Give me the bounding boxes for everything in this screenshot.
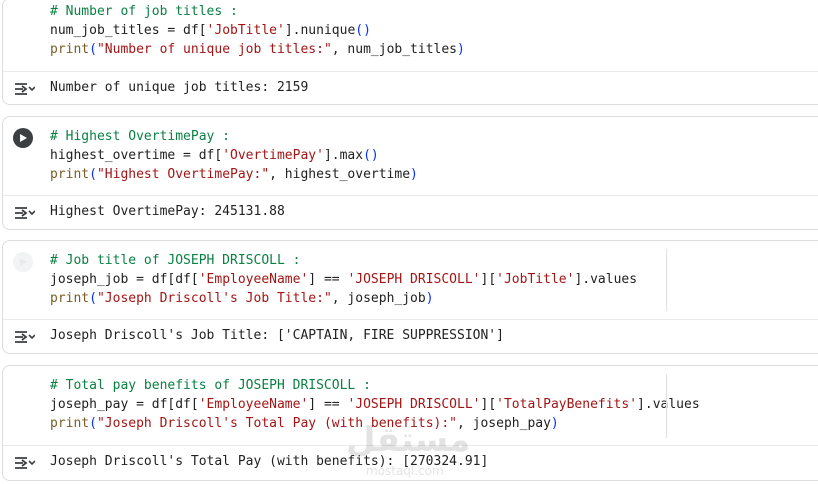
code-line: # Total pay benefits of JOSEPH DRISCOLL …	[50, 376, 371, 395]
output-area: Joseph Driscoll's Total Pay (with benefi…	[3, 446, 818, 481]
code-token: 'JOSEPH DRISCOLL'	[347, 397, 481, 412]
code-token: joseph_pay = df[df[	[50, 397, 199, 412]
code-line: # Highest OvertimePay :	[50, 127, 230, 146]
code-cell-highest-overtime: # Highest OvertimePay : highest_overtime…	[2, 116, 818, 230]
code-line: # Job title of JOSEPH DRISCOLL :	[50, 251, 300, 270]
code-line: joseph_job = df[df['EmployeeName'] == 'J…	[50, 270, 637, 289]
code-token: # Job title of JOSEPH DRISCOLL :	[50, 253, 301, 268]
output-text: Highest OvertimePay: 245131.88	[50, 204, 285, 219]
code-token: print	[50, 291, 90, 306]
code-token: "Number of unique job titles:"	[96, 42, 332, 57]
code-token: print	[50, 42, 90, 57]
code-token: (	[89, 416, 97, 431]
code-token: ][	[480, 272, 497, 287]
code-token: )	[425, 291, 434, 306]
code-token: )	[550, 416, 559, 431]
code-token: ] ==	[308, 397, 348, 412]
code-token: ].values	[637, 397, 700, 412]
code-token: ()	[363, 148, 379, 163]
code-cell-joseph-pay: # Total pay benefits of JOSEPH DRISCOLL …	[2, 365, 818, 481]
output-area: Joseph Driscoll's Job Title: ['CAPTAIN, …	[3, 320, 818, 354]
code-token: 'EmployeeName'	[198, 272, 309, 287]
play-icon	[20, 258, 27, 266]
code-token: "Joseph Driscoll's Total Pay (with benef…	[96, 416, 457, 431]
code-token: )	[457, 42, 465, 57]
run-cell-button[interactable]	[13, 128, 33, 148]
code-editor[interactable]: # Job title of JOSEPH DRISCOLL : joseph_…	[3, 241, 818, 320]
code-token: 'EmployeeName'	[198, 397, 309, 412]
code-editor[interactable]: # Highest OvertimePay : highest_overtime…	[3, 117, 818, 196]
code-editor[interactable]: # Total pay benefits of JOSEPH DRISCOLL …	[3, 366, 818, 446]
code-token: ()	[355, 23, 371, 38]
code-token: print	[50, 167, 90, 182]
output-toggle-icon[interactable]	[13, 80, 35, 98]
code-token: )	[410, 167, 418, 182]
code-token: 'OvertimePay'	[222, 148, 324, 163]
code-token: # Total pay benefits of JOSEPH DRISCOLL …	[50, 378, 371, 393]
code-token: ] ==	[308, 272, 348, 287]
code-line: joseph_pay = df[df['EmployeeName'] == 'J…	[50, 395, 700, 414]
output-area: Highest OvertimePay: 245131.88	[3, 196, 818, 230]
code-token: , num_job_titles	[331, 42, 458, 57]
code-token: ].max	[323, 148, 364, 163]
output-toggle-icon[interactable]	[13, 204, 35, 222]
code-token: 'JOSEPH DRISCOLL'	[347, 272, 481, 287]
code-token: ][	[480, 397, 497, 412]
code-token: (	[89, 167, 97, 182]
code-editor[interactable]: # Number of job titles : num_job_titles …	[3, 0, 818, 72]
code-line: num_job_titles = df['JobTitle'].nunique(…	[50, 21, 371, 40]
code-token: num_job_titles = df[	[50, 23, 207, 38]
line-length-ruler	[666, 374, 667, 438]
code-token: highest_overtime = df[	[50, 148, 223, 163]
code-token: ].nunique	[284, 23, 356, 38]
code-line: # Number of job titles :	[50, 2, 238, 21]
code-token: print	[50, 416, 90, 431]
output-text: Joseph Driscoll's Total Pay (with benefi…	[50, 454, 489, 469]
code-token: joseph_job = df[df[	[50, 272, 199, 287]
code-cell-joseph-job: # Job title of JOSEPH DRISCOLL : joseph_…	[2, 240, 818, 354]
play-icon	[20, 134, 27, 142]
code-token: # Highest OvertimePay :	[50, 129, 231, 144]
output-toggle-icon[interactable]	[13, 454, 35, 472]
code-token: , joseph_pay	[457, 416, 551, 431]
code-token: 'TotalPayBenefits'	[496, 397, 638, 412]
code-line: print("Highest OvertimePay:", highest_ov…	[50, 165, 418, 184]
code-line: print("Number of unique job titles:", nu…	[50, 40, 465, 59]
output-area: Number of unique job titles: 2159	[3, 72, 818, 106]
run-cell-button[interactable]	[13, 252, 33, 272]
code-token: , highest_overtime	[269, 167, 411, 182]
output-toggle-icon[interactable]	[13, 328, 35, 346]
code-token: (	[89, 291, 97, 306]
code-token: "Highest OvertimePay:"	[96, 167, 270, 182]
line-length-ruler	[666, 249, 667, 311]
code-token: 'JobTitle'	[206, 23, 285, 38]
code-line: highest_overtime = df['OvertimePay'].max…	[50, 146, 379, 165]
code-line: print("Joseph Driscoll's Job Title:", jo…	[50, 289, 434, 308]
output-text: Joseph Driscoll's Job Title: ['CAPTAIN, …	[50, 328, 504, 343]
code-line: print("Joseph Driscoll's Total Pay (with…	[50, 414, 559, 433]
code-cell-job-titles: # Number of job titles : num_job_titles …	[2, 0, 818, 105]
code-token: 'JobTitle'	[496, 272, 575, 287]
code-token: (	[89, 42, 97, 57]
output-text: Number of unique job titles: 2159	[50, 80, 309, 95]
code-token: , joseph_job	[331, 291, 426, 306]
code-token: # Number of job titles :	[50, 4, 238, 19]
code-token: "Joseph Driscoll's Job Title:"	[96, 291, 332, 306]
code-token: ].values	[574, 272, 638, 287]
